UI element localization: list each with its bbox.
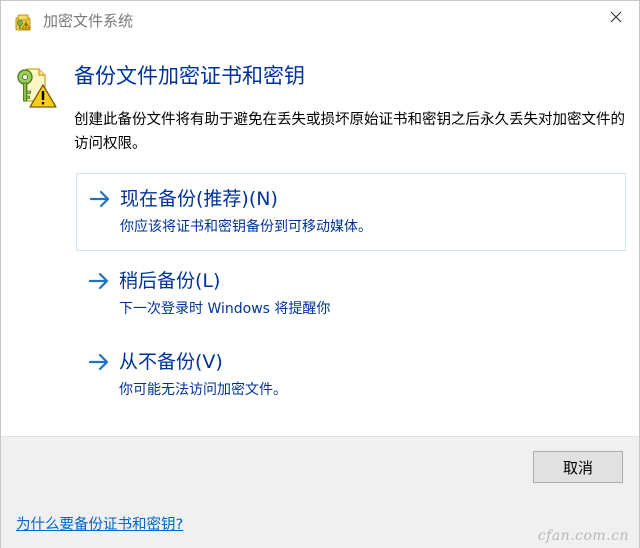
dialog-heading: 备份文件加密证书和密钥 [74,64,305,88]
option-title: 现在备份(推荐)(N) [120,188,278,210]
option-never-backup[interactable]: 从不备份(V) 你可能无法访问加密文件。 [76,337,626,415]
arrow-right-icon [88,353,109,371]
help-link[interactable]: 为什么要备份证书和密钥? [16,515,183,535]
option-title: 从不备份(V) [119,351,223,373]
dialog-footer: 取消 为什么要备份证书和密钥? cfan.com.cn [1,436,639,548]
efs-backup-dialog: 加密文件系统 备份文件加密证书和密钥 创建此备份文件将有助于避免在丢失或损坏原始… [0,0,640,548]
close-button[interactable] [593,1,639,33]
arrow-right-icon [88,272,109,290]
option-description: 你可能无法访问加密文件。 [119,382,287,398]
arrow-right-icon [89,190,110,208]
encrypted-file-system-icon [15,14,31,31]
window-title: 加密文件系统 [43,12,134,30]
cancel-button[interactable]: 取消 [533,451,623,483]
dialog-content: 备份文件加密证书和密钥 创建此备份文件将有助于避免在丢失或损坏原始证书和密钥之后… [1,41,639,436]
dialog-description: 创建此备份文件将有助于避免在丢失或损坏原始证书和密钥之后永久丢失对加密文件的访问… [74,112,625,152]
option-backup-later[interactable]: 稍后备份(L) 下一次登录时 Windows 将提醒你 [76,256,626,334]
option-description: 你应该将证书和密钥备份到可移动媒体。 [120,219,372,235]
option-backup-now[interactable]: 现在备份(推荐)(N) 你应该将证书和密钥备份到可移动媒体。 [76,173,626,251]
title-bar: 加密文件系统 [1,1,639,41]
option-description: 下一次登录时 Windows 将提醒你 [119,301,331,317]
option-title: 稍后备份(L) [119,270,221,292]
close-icon [610,11,622,23]
key-warning-icon [17,68,57,108]
watermark: cfan.com.cn [537,528,629,544]
